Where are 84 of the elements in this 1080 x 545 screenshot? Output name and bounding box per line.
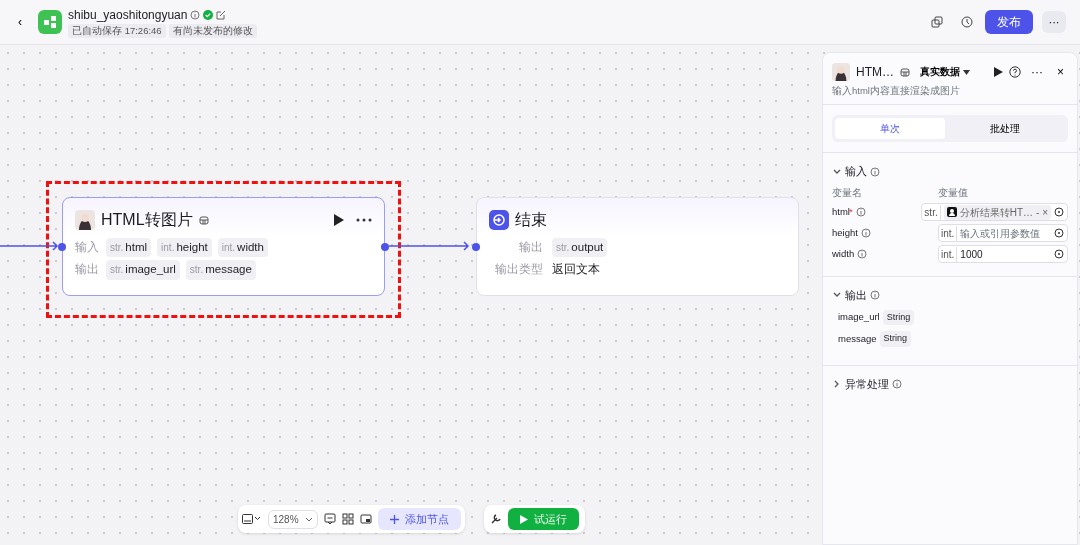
status-tag: 有尚未发布的修改	[168, 23, 257, 39]
info-icon	[870, 290, 880, 301]
target-icon[interactable]	[1054, 207, 1064, 217]
input-field[interactable]: int. 1000	[938, 245, 1068, 263]
output-name: image_url	[838, 310, 880, 325]
target-icon[interactable]	[1054, 249, 1064, 259]
plus-icon	[389, 514, 399, 524]
column-header: 变量名	[832, 185, 863, 200]
chevron-icon	[304, 516, 313, 522]
variable-tag: str. html	[106, 238, 152, 258]
field-label: 输出	[518, 240, 544, 255]
field-label: 输出类型	[494, 261, 544, 277]
variable-tag: str. image_url	[106, 260, 180, 280]
tab[interactable]: 批处理	[945, 118, 1065, 140]
info-icon	[870, 166, 880, 177]
info-icon	[190, 9, 201, 20]
help-icon[interactable]	[1009, 66, 1021, 78]
info-icon	[857, 249, 868, 259]
input-field[interactable]: int. 输入或引用参数值	[938, 224, 1068, 242]
node-avatar-icon	[946, 207, 957, 217]
field-label: 输入	[75, 240, 100, 255]
minimap-icon[interactable]	[359, 513, 372, 525]
app-logo-icon	[38, 10, 62, 34]
output-port[interactable]	[381, 243, 389, 251]
node-title: 结束	[515, 210, 547, 230]
type-tag: String	[879, 331, 912, 347]
info-icon	[855, 207, 866, 217]
avatar-icon	[75, 210, 95, 230]
avatar-icon	[832, 63, 850, 81]
end-icon	[489, 210, 509, 230]
copy-icon[interactable]	[931, 16, 943, 28]
variable-tag: str. output	[552, 238, 608, 258]
layout-dropdown-icon[interactable]	[242, 514, 262, 524]
publish-button[interactable]: 发布	[985, 10, 1033, 34]
param-name: html	[832, 204, 850, 219]
input-port[interactable]	[472, 243, 480, 251]
back-button[interactable]: ‹	[14, 16, 26, 28]
target-icon[interactable]	[1054, 228, 1064, 238]
info-icon	[860, 228, 871, 238]
comment-icon[interactable]	[323, 513, 336, 525]
play-icon[interactable]	[994, 67, 1003, 77]
input-field[interactable]: str. 分析结果转HT… - ×	[921, 203, 1068, 221]
caret-icon	[963, 69, 970, 75]
play-icon	[520, 514, 528, 524]
connector-arrow	[0, 241, 60, 251]
panel-title: HTM…	[856, 64, 894, 81]
info-icon	[892, 378, 902, 389]
section-title: 输出	[845, 288, 867, 303]
section-title: 输入	[845, 164, 867, 180]
more-button[interactable]: ···	[1042, 11, 1066, 33]
column-header: 变量值	[938, 185, 968, 200]
clear-button[interactable]: - ×	[1036, 204, 1048, 220]
field-value: 1000	[960, 247, 983, 262]
reference-value: 分析结果转HT…	[959, 205, 1034, 220]
zoom-dropdown[interactable]: 128%	[268, 509, 318, 529]
variable-tag: int. height	[157, 238, 212, 258]
param-name: width	[832, 246, 855, 261]
variable-tag: int. width	[217, 238, 268, 258]
add-node-button[interactable]: 添加节点	[377, 507, 461, 531]
play-icon[interactable]	[333, 214, 344, 226]
edit-icon[interactable]	[216, 9, 227, 20]
section-title: 异常处理	[845, 376, 889, 392]
more-button[interactable]: ···	[1027, 66, 1047, 78]
close-button[interactable]: ×	[1053, 66, 1068, 78]
app-name: shibu_yaoshitongyuan	[68, 6, 188, 24]
tab[interactable]: 单次	[835, 118, 945, 140]
more-icon[interactable]	[356, 218, 372, 222]
history-icon[interactable]	[961, 16, 973, 28]
panel-description: 输入html内容直接渲染成图片	[832, 84, 961, 98]
plugin-icon	[900, 67, 910, 77]
type-tag: String	[882, 309, 915, 325]
wrench-icon[interactable]	[490, 513, 502, 525]
field-value: 返回文本	[552, 261, 600, 279]
grid-icon[interactable]	[341, 513, 354, 525]
node-title: HTML转图片	[101, 210, 193, 230]
output-name: message	[838, 331, 877, 346]
field-label: 输出	[75, 262, 100, 278]
data-source-dropdown[interactable]: 真实数据	[916, 67, 974, 77]
status-tag: 已自动保存 17:26:46	[68, 23, 166, 39]
variable-tag: str. message	[185, 260, 256, 280]
param-name: height	[832, 225, 858, 240]
plugin-icon	[198, 215, 209, 225]
input-port[interactable]	[58, 243, 66, 251]
placeholder-text: 输入或引用参数值	[960, 226, 1041, 241]
